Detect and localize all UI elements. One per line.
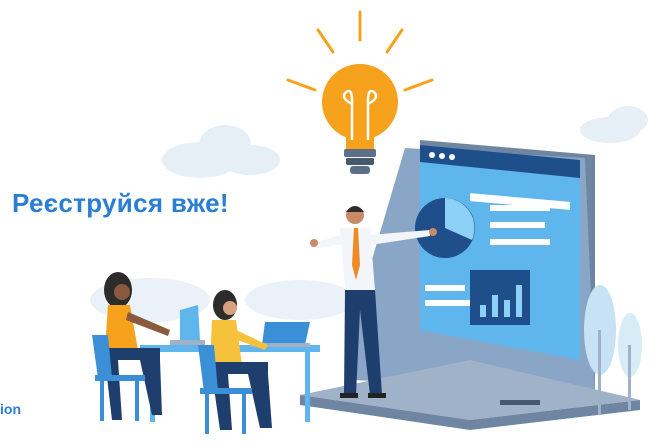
headline: Реєструйся вже!	[12, 188, 229, 218]
bar-chart-icon	[470, 270, 530, 325]
cloud-left	[162, 125, 280, 178]
partial-caption: ion	[0, 401, 21, 417]
lightbulb-icon	[322, 64, 398, 174]
pie-chart-icon	[415, 198, 475, 258]
banner: Реєструйся вже! ion	[0, 0, 670, 446]
illustration	[90, 10, 648, 434]
cloud-right	[580, 106, 648, 143]
